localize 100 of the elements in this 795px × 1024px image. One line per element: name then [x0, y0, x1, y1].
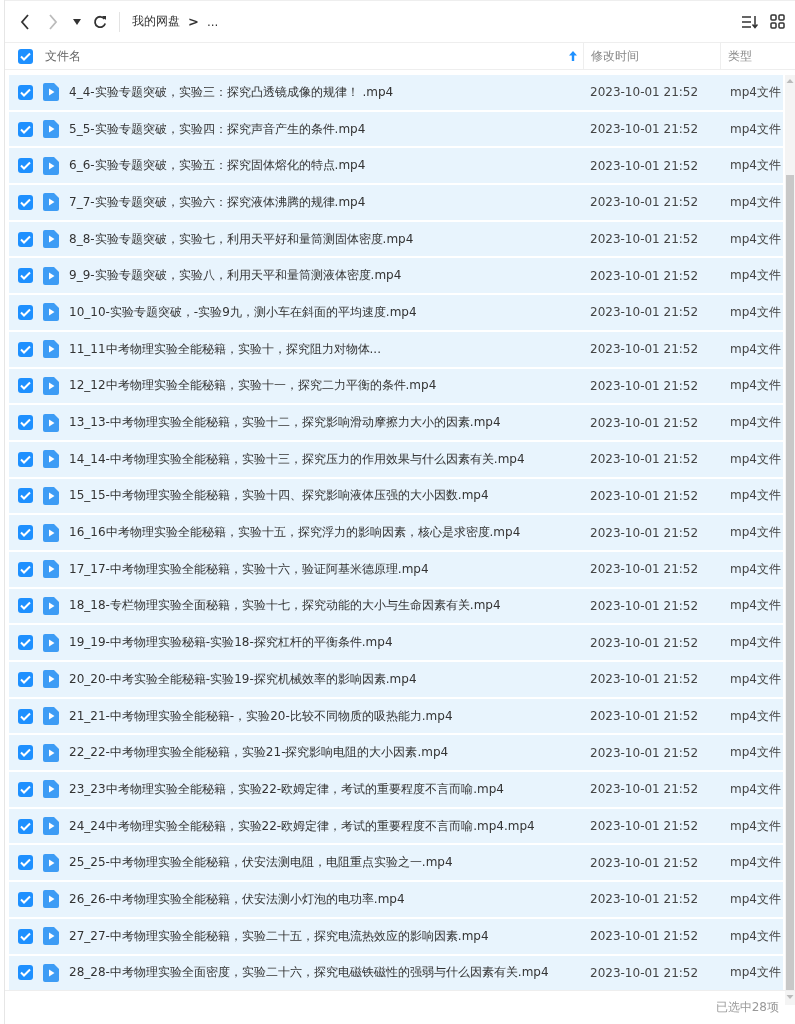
row-checkbox[interactable] — [18, 525, 33, 541]
file-type: mp4文件 — [729, 450, 782, 468]
file-row[interactable]: 23_23中考物理实验全能秘籍，实验22-欧姆定律，考试的重要程度不言而喻.mp4 2023-10-01 21:52 mp4文件 — [9, 772, 783, 807]
row-checkbox[interactable] — [18, 121, 33, 137]
row-checkbox[interactable] — [18, 488, 33, 504]
video-file-icon — [43, 486, 59, 505]
file-row[interactable]: 27_27-中考物理实验全能秘籍，实验二十五，探究电流热效应的影响因素.mp4 2023-10-01 21:52 mp4文件 — [9, 918, 783, 954]
modified-time: 2023-10-01 21:52 — [589, 268, 700, 283]
file-row[interactable]: 6_6-实验专题突破，实验五：探究固体熔化的特点.mp4 2023-10-01 21:52 mp4文件 — [9, 148, 783, 184]
video-file-icon — [43, 523, 59, 542]
dropdown-caret-icon[interactable] — [73, 18, 81, 25]
row-checkbox[interactable] — [18, 671, 33, 687]
sort-arrow-icon[interactable] — [569, 51, 577, 61]
column-header[interactable]: 修改时间 — [591, 47, 639, 65]
video-file-icon — [43, 927, 59, 946]
video-file-icon — [43, 670, 59, 689]
file-name: 6_6-实验专题突破，实验五：探究固体熔化的特点.mp4 — [69, 157, 366, 175]
video-file-icon — [43, 890, 59, 909]
file-name: 25_25-中考物理实验全能秘籍，伏安法测电阻，电阻重点实验之一.mp4 — [69, 854, 453, 872]
row-checkbox[interactable] — [18, 891, 33, 907]
file-type: mp4文件 — [729, 964, 782, 982]
file-name: 8_8-实验专题突破，实验七，利用天平好和量筒测固体密度.mp4 — [69, 230, 414, 248]
file-row[interactable]: 20_20-中考实验全能秘籍-实验19-探究机械效率的影响因素.mp4 2023-10-01 21:52 mp4文件 — [9, 662, 783, 697]
select-all-checkbox[interactable] — [18, 48, 33, 64]
file-type: mp4文件 — [729, 120, 782, 138]
row-checkbox[interactable] — [18, 598, 33, 614]
video-file-icon — [43, 340, 59, 359]
file-name: 23_23中考物理实验全能秘籍，实验22-欧姆定律，考试的重要程度不言而喻.mp4 — [69, 780, 504, 798]
file-row[interactable]: 11_11中考物理实验全能秘籍，实验十，探究阻力对物体... 2023-10-01 21:52 mp4文件 — [9, 331, 783, 367]
file-name: 19_19-中考物理实验秘籍-实验18-探究杠杆的平衡条件.mp4 — [69, 634, 393, 652]
row-checkbox[interactable] — [18, 451, 33, 467]
file-row[interactable]: 18_18-专栏物理实验全面秘籍，实验十七，探究动能的大小与生命因素有关.mp4 2023-10-01 21:52 mp4文件 — [9, 588, 783, 624]
file-name: 5_5-实验专题突破，实验四：探究声音产生的条件.mp4 — [69, 120, 366, 138]
file-row[interactable]: 24_24中考物理实验全能秘籍，实验22-欧姆定律，考试的重要程度不言而喻.mp4.mp4 2023-10-01 21:52 mp4文件 — [9, 808, 783, 844]
row-checkbox[interactable] — [18, 304, 33, 320]
file-row[interactable]: 7_7-实验专题突破，实验六：探究液体沸腾的规律.mp4 2023-10-01 21:52 mp4文件 — [9, 185, 783, 220]
file-name: 20_20-中考实验全能秘籍-实验19-探究机械效率的影响因素.mp4 — [69, 670, 417, 688]
modified-time: 2023-10-01 21:52 — [589, 378, 700, 393]
file-row[interactable]: 17_17-中考物理实验全能秘籍，实验十六，验证阿基米德原理.mp4 2023-10-01 21:52 mp4文件 — [9, 551, 783, 587]
row-checkbox[interactable] — [18, 708, 33, 724]
file-name: 10_10-实验专题突破，-实验9九，测小车在斜面的平均速度.mp4 — [69, 303, 417, 321]
row-checkbox[interactable] — [18, 231, 33, 247]
file-row[interactable]: 12_12中考物理实验全能秘籍，实验十一，探究二力平衡的条件.mp4 2023-10-01 21:52 mp4文件 — [9, 368, 783, 404]
file-row[interactable]: 28_28-中考物理实验全面密度，实验二十六，探究电磁铁磁性的强弱与什么因素有关.mp4 2023-10-01 21:52 mp4文件 — [9, 955, 783, 991]
column-header[interactable]: 文件名 — [45, 47, 557, 65]
file-row[interactable]: 5_5-实验专题突破，实验四：探究声音产生的条件.mp4 2023-10-01 21:52 mp4文件 — [9, 111, 783, 147]
row-checkbox[interactable] — [18, 561, 33, 577]
breadcrumb-ellipsis[interactable]: ... — [206, 14, 219, 29]
file-row[interactable]: 21_21-中考物理实验全能秘籍-，实验20-比较不同物质的吸热能力.mp4 2023-10-01 21:52 mp4文件 — [9, 698, 783, 734]
file-name: 26_26-中考物理实验全能秘籍，伏安法测小灯泡的电功率.mp4 — [69, 890, 405, 908]
file-name: 15_15-中考物理实验全能秘籍，实验十四、探究影响液体压强的大小因数.mp4 — [69, 487, 489, 505]
file-row[interactable]: 8_8-实验专题突破，实验七，利用天平好和量筒测固体密度.mp4 2023-10-01 21:52 mp4文件 — [9, 221, 783, 257]
grid-view-icon[interactable] — [770, 14, 785, 29]
row-checkbox[interactable] — [18, 378, 33, 394]
file-type: mp4文件 — [729, 744, 782, 762]
row-checkbox[interactable] — [18, 158, 33, 174]
modified-time: 2023-10-01 21:52 — [589, 342, 700, 357]
modified-time: 2023-10-01 21:52 — [589, 305, 700, 320]
row-checkbox[interactable] — [18, 928, 33, 944]
row-checkbox[interactable] — [18, 781, 33, 797]
row-checkbox[interactable] — [18, 635, 33, 651]
row-checkbox[interactable] — [18, 194, 33, 210]
file-type: mp4文件 — [729, 193, 782, 211]
file-row[interactable]: 22_22-中考物理实验全能秘籍，实验21-探究影响电阻的大小因素.mp4 2023-10-01 21:52 mp4文件 — [9, 735, 783, 771]
refresh-icon[interactable] — [93, 14, 107, 29]
video-file-icon — [43, 230, 59, 249]
row-checkbox[interactable] — [18, 965, 33, 981]
file-row[interactable]: 15_15-中考物理实验全能秘籍，实验十四、探究影响液体压强的大小因数.mp4 2023-10-01 21:52 mp4文件 — [9, 478, 783, 514]
video-file-icon — [43, 266, 59, 285]
file-row[interactable]: 13_13-中考物理实验全能秘籍，实验十二，探究影响滑动摩擦力大小的因素.mp4 2023-10-01 21:52 mp4文件 — [9, 405, 783, 440]
selection-count: 已选中28项 — [715, 999, 779, 1016]
row-checkbox[interactable] — [18, 745, 33, 761]
row-checkbox[interactable] — [18, 341, 33, 357]
file-row[interactable]: 16_16中考物理实验全能秘籍，实验十五，探究浮力的影响因素，核心是求密度.mp4 2023-10-01 21:52 mp4文件 — [9, 515, 783, 550]
file-row[interactable]: 10_10-实验专题突破，-实验9九，测小车在斜面的平均速度.mp4 2023-10-01 21:52 mp4文件 — [9, 295, 783, 330]
file-name: 21_21-中考物理实验全能秘籍-，实验20-比较不同物质的吸热能力.mp4 — [69, 707, 453, 725]
breadcrumb-link[interactable]: 我的网盘 — [132, 13, 180, 30]
modified-time: 2023-10-01 21:52 — [589, 709, 700, 724]
breadcrumb-separator: > — [188, 14, 199, 29]
row-checkbox[interactable] — [18, 268, 33, 284]
file-type: mp4文件 — [729, 157, 782, 175]
file-row[interactable]: 25_25-中考物理实验全能秘籍，伏安法测电阻，电阻重点实验之一.mp4 2023-10-01 21:52 mp4文件 — [9, 845, 783, 881]
column-header[interactable]: 类型 — [728, 47, 752, 65]
video-file-icon — [43, 303, 59, 322]
modified-time: 2023-10-01 21:52 — [589, 525, 700, 540]
row-checkbox[interactable] — [18, 415, 33, 431]
file-row[interactable]: 4_4-实验专题突破，实验三：探究凸透镜成像的规律！ .mp4 2023-10-01 21:52 mp4文件 — [9, 75, 783, 110]
file-name: 18_18-专栏物理实验全面秘籍，实验十七，探究动能的大小与生命因素有关.mp4 — [69, 597, 501, 615]
file-row[interactable]: 26_26-中考物理实验全能秘籍，伏安法测小灯泡的电功率.mp4 2023-10-01 21:52 mp4文件 — [9, 882, 783, 917]
scrollbar[interactable] — [785, 75, 795, 1005]
row-checkbox[interactable] — [18, 818, 33, 834]
row-checkbox[interactable] — [18, 855, 33, 871]
file-row[interactable]: 9_9-实验专题突破，实验八，利用天平和量筒测液体密度.mp4 2023-10-01 21:52 mp4文件 — [9, 258, 783, 294]
sort-icon[interactable] — [742, 14, 758, 29]
row-checkbox[interactable] — [18, 84, 33, 100]
video-file-icon — [43, 633, 59, 652]
file-row[interactable]: 14_14-中考物理实验全能秘籍，实验十三，探究压力的作用效果与什么因素有关.mp4 2023-10-01 21:52 mp4文件 — [9, 441, 783, 477]
file-row[interactable]: 19_19-中考物理实验秘籍-实验18-探究杠杆的平衡条件.mp4 2023-10-01 21:52 mp4文件 — [9, 625, 783, 660]
video-file-icon — [43, 596, 59, 615]
video-file-icon — [43, 376, 59, 395]
